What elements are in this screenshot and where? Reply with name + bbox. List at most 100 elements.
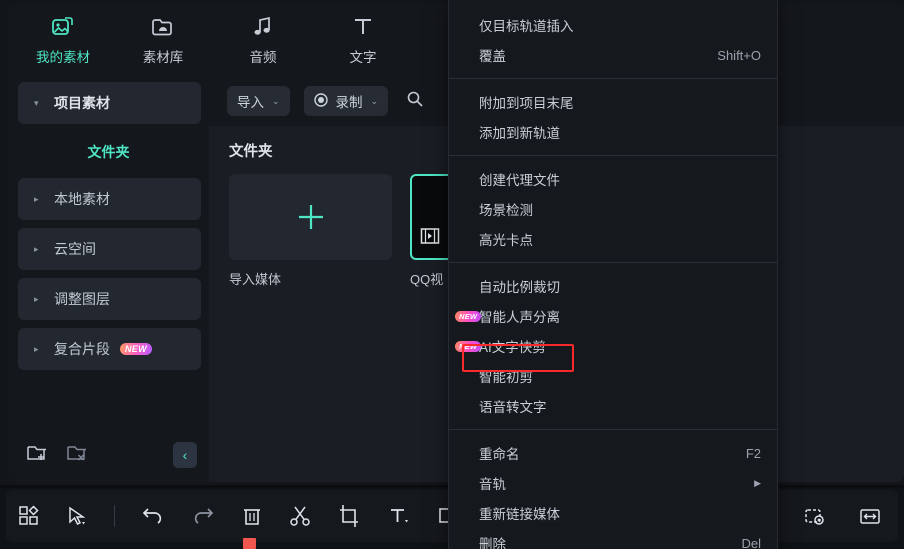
redo-icon[interactable] [191, 505, 215, 527]
menu-item-auto-ratio-crop[interactable]: 自动比例裁切 [449, 271, 777, 301]
menu-item-label: 场景检测 [479, 203, 533, 218]
menu-item-shortcut: Del [741, 535, 761, 549]
menu-item-relink-media[interactable]: 重新链接媒体 [449, 498, 777, 528]
chevron-down-icon: ▾ [34, 97, 39, 108]
sidebar-item-cloud-space-label: 云空间 [54, 241, 96, 257]
chevron-down-icon: ⌄ [272, 95, 280, 106]
sidebar-item-compound-clip-label: 复合片段 [54, 341, 110, 357]
import-button-label: 导入 [237, 95, 264, 110]
scissors-icon[interactable] [289, 505, 311, 527]
menu-item-label: 音轨 [479, 477, 506, 492]
menu-item-add-to-new-track[interactable]: 添加到新轨道 [449, 117, 777, 147]
menu-item-label: 附加到项目末尾 [479, 96, 574, 111]
tab-text-label: 文字 [349, 50, 377, 65]
library-section-title: 文件夹 [229, 144, 273, 160]
context-menu: 仅目标轨道插入 覆盖 Shift+O 附加到项目末尾 添加到新轨道 创建代理文件 [448, 0, 778, 549]
thumb-import-media[interactable]: 导入媒体 [229, 174, 392, 288]
import-button[interactable]: 导入 ⌄ [227, 86, 290, 116]
film-icon [420, 227, 440, 250]
sidebar-item-cloud-space[interactable]: ▸ 云空间 [18, 228, 201, 270]
sidebar-item-project-media[interactable]: ▾ 项目素材 [18, 82, 201, 124]
undo-icon[interactable] [141, 505, 165, 527]
menu-item-label: 仅目标轨道插入 [479, 19, 574, 34]
timeline-playhead[interactable] [243, 538, 256, 549]
chevron-right-icon: ▸ [34, 193, 39, 204]
menu-item-smart-rough-cut[interactable]: 智能初剪 [449, 361, 777, 391]
sidebar-item-local-media[interactable]: ▸ 本地素材 [18, 178, 201, 220]
sidebar-item-adjustment-layer[interactable]: ▸ 调整图层 [18, 278, 201, 320]
menu-item-label: 重新链接媒体 [479, 507, 560, 522]
menu-separator [449, 155, 777, 156]
tab-text[interactable]: 文字 [332, 14, 394, 66]
record-button-label: 录制 [335, 95, 363, 110]
tab-audio[interactable]: 音频 [232, 14, 294, 66]
menu-item-label: 自动比例裁切 [479, 280, 560, 295]
new-badge: NEW [120, 343, 152, 355]
record-dot-icon [313, 92, 328, 110]
cursor-select-icon[interactable] [66, 505, 88, 527]
menu-item-shortcut: F2 [745, 445, 761, 461]
menu-item-label: 删除 [479, 537, 506, 549]
menu-item-label: 语音转文字 [479, 400, 547, 415]
menu-item-label: 添加到新轨道 [479, 126, 560, 141]
new-badge: NEW [455, 340, 482, 352]
sidebar-group-label: 文件夹 [87, 144, 130, 160]
sidebar-footer: ‹ [8, 428, 209, 482]
collapse-sidebar-button[interactable]: ‹ [173, 442, 197, 468]
menu-separator [449, 262, 777, 263]
menu-item-insert-target-track-only[interactable]: 仅目标轨道插入 [449, 10, 777, 40]
menu-item-audio-track[interactable]: 音轨 ▶ [449, 468, 777, 498]
grid-shapes-icon[interactable] [18, 505, 40, 527]
chevron-right-icon: ▶ [754, 477, 761, 488]
tab-library[interactable]: 素材库 [132, 14, 194, 66]
crop-icon[interactable] [337, 504, 361, 528]
menu-item-label: AI文字快剪 [479, 340, 546, 355]
menu-item-speech-to-text[interactable]: 语音转文字 [449, 391, 777, 421]
media-sidebar: ▾ 项目素材 文件夹 ▸ 本地素材 ▸ 云空间 ▸ 调整图层 ▸ 复合片段 NE… [8, 76, 209, 482]
tab-audio-label: 音频 [249, 50, 277, 65]
menu-item-ai-text-based-editing[interactable]: NEW AI文字快剪 [449, 331, 777, 361]
delete-folder-icon[interactable] [66, 443, 88, 468]
chevron-down-icon: ⌄ [370, 95, 379, 106]
my-media-icon [50, 14, 76, 40]
menu-item-create-proxy-file[interactable]: 创建代理文件 [449, 164, 777, 194]
new-folder-icon[interactable] [26, 443, 48, 468]
tab-library-label: 素材库 [142, 50, 184, 65]
menu-item-label: 智能人声分离 [479, 310, 560, 325]
trash-icon[interactable] [241, 505, 263, 527]
sidebar-item-compound-clip[interactable]: ▸ 复合片段 NEW [18, 328, 201, 370]
context-menu-section: 自动比例裁切 NEW 智能人声分离 NEW AI文字快剪 智能初剪 语音转文字 [449, 271, 777, 421]
chevron-right-icon: ▸ [34, 243, 39, 254]
new-badge: NEW [455, 310, 482, 322]
chevron-left-icon: ‹ [182, 447, 188, 463]
menu-item-label: 智能初剪 [479, 370, 533, 385]
menu-item-label: 重命名 [479, 447, 520, 462]
menu-item-highlight-beat-sync[interactable]: 高光卡点 [449, 224, 777, 254]
context-menu-section: 附加到项目末尾 添加到新轨道 [449, 87, 777, 147]
context-menu-top-pad [449, 0, 777, 10]
text-t-icon [350, 14, 376, 40]
fit-screen-icon[interactable] [858, 505, 882, 527]
library-folder-icon [150, 14, 176, 40]
menu-item-scene-detection[interactable]: 场景检测 [449, 194, 777, 224]
menu-item-delete[interactable]: 删除 Del [449, 528, 777, 549]
menu-item-append-to-project-end[interactable]: 附加到项目末尾 [449, 87, 777, 117]
text-tool-icon[interactable] [387, 505, 411, 527]
menu-separator [449, 429, 777, 430]
tab-my-media[interactable]: 我的素材 [32, 14, 94, 66]
import-placeholder[interactable] [229, 174, 392, 260]
search-icon[interactable] [406, 90, 424, 113]
menu-item-rename[interactable]: 重命名 F2 [449, 438, 777, 468]
sidebar-item-local-media-label: 本地素材 [54, 191, 110, 207]
menu-item-overwrite[interactable]: 覆盖 Shift+O [449, 40, 777, 70]
menu-item-ai-vocal-separation[interactable]: NEW 智能人声分离 [449, 301, 777, 331]
menu-item-shortcut: Shift+O [717, 47, 761, 63]
menu-item-label: 创建代理文件 [479, 173, 560, 188]
record-button[interactable]: 录制 ⌄ [303, 86, 389, 116]
menu-item-label: 覆盖 [479, 49, 506, 64]
chevron-right-icon: ▸ [34, 293, 39, 304]
bottom-toolbar-right [804, 505, 882, 527]
tab-my-media-label: 我的素材 [36, 50, 90, 65]
context-menu-section: 重命名 F2 音轨 ▶ 重新链接媒体 删除 Del [449, 438, 777, 549]
snapshot-icon[interactable] [804, 505, 828, 527]
